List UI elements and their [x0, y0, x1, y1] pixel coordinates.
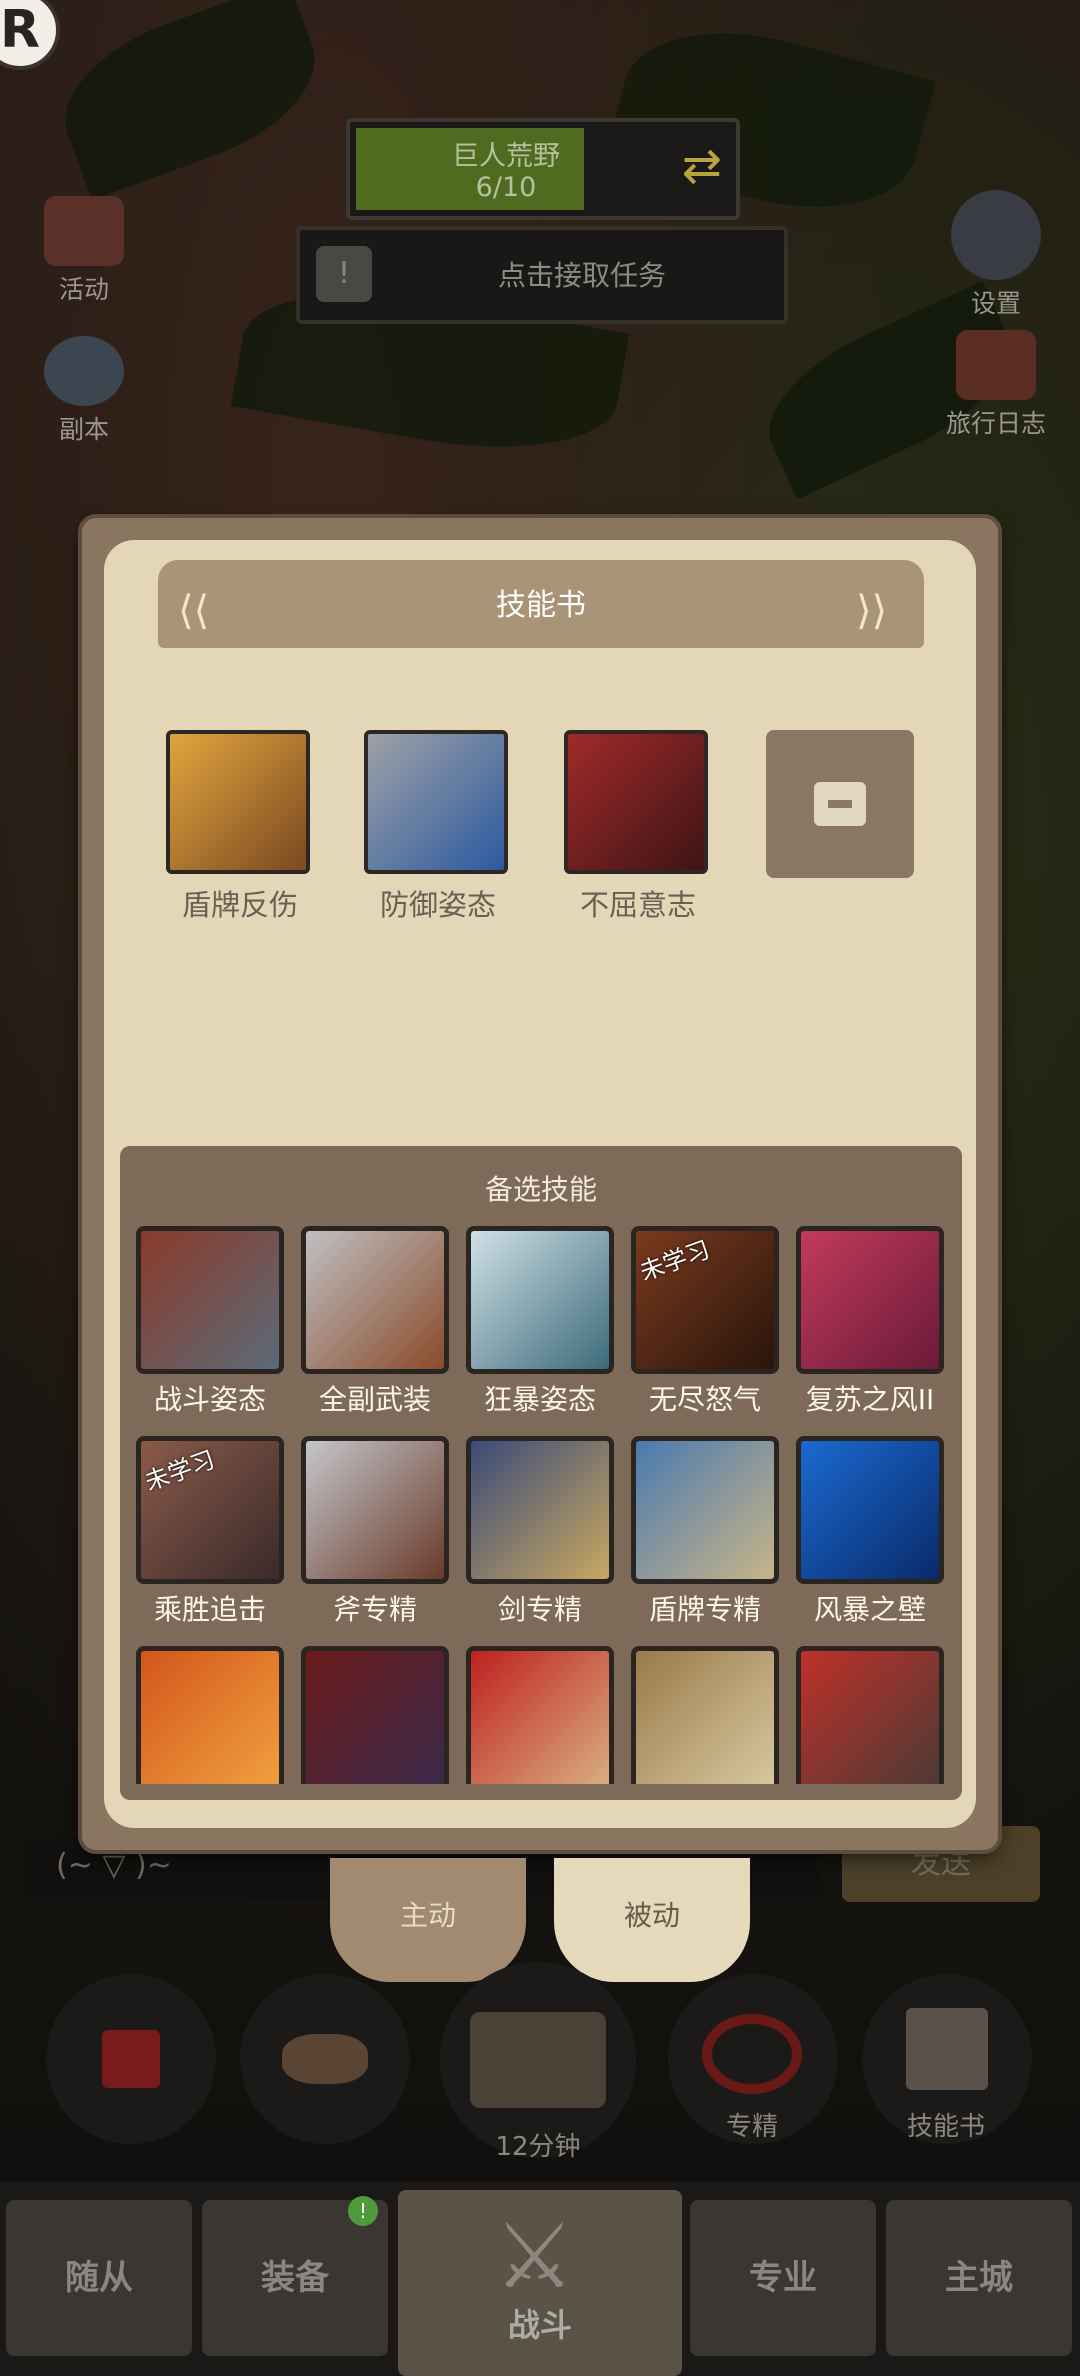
mastery-icon [702, 2014, 802, 2094]
equipped-skill-slot[interactable]: 不屈意志 [564, 730, 712, 924]
chest-icon [470, 2012, 606, 2108]
skill-icon [796, 1226, 944, 1374]
nav-battle-label: 战斗 [507, 2306, 572, 2344]
skill-book-icon [906, 2008, 988, 2090]
tab-label: 主动 [399, 1899, 456, 1932]
side-button-dungeon[interactable]: 副本 [36, 336, 132, 446]
zone-progress-bar[interactable]: 巨人荒野 6/10 ⇄ [346, 118, 740, 220]
refresh-icon[interactable]: ⇄ [682, 138, 722, 194]
equipped-skill-icon [364, 730, 508, 874]
alternative-skills-title: 备选技能 [484, 1173, 597, 1206]
alternative-skill[interactable]: 未学习乘胜追击 [136, 1436, 284, 1628]
skill-icon [796, 1436, 944, 1584]
skill-icon: 未学习 [631, 1226, 779, 1374]
action-bread[interactable] [240, 1974, 410, 2144]
skill-name: 无尽怒气 [648, 1383, 761, 1416]
skill-name: 剑专精 [497, 1593, 582, 1626]
bread-icon [282, 2034, 368, 2084]
alternative-skill[interactable] [796, 1646, 944, 1784]
alternative-skill[interactable]: 风暴之壁 [796, 1436, 944, 1628]
nav-battle[interactable]: ⚔ [398, 2190, 682, 2376]
action-label: 技能书 [906, 2112, 985, 2142]
equipped-skill-icon [166, 730, 310, 874]
calendar-icon [44, 196, 124, 266]
skill-icon [301, 1646, 449, 1784]
zone-progress-text: 6/10 [475, 172, 537, 203]
unlearned-label: 未学习 [636, 1235, 714, 1287]
nav-followers[interactable]: 随从 [6, 2200, 192, 2356]
dungeon-icon [44, 336, 124, 406]
tab-passive-skills[interactable]: 被动 [554, 1858, 750, 1982]
empty-skill-slot[interactable] [766, 730, 914, 878]
chest-timer: 12分钟 [495, 2132, 581, 2162]
skill-name: 复苏之风II [805, 1383, 935, 1416]
tab-label: 被动 [623, 1899, 680, 1932]
side-button-activity[interactable]: 活动 [36, 196, 132, 306]
quest-prompt: 点击接取任务 [497, 259, 666, 292]
skill-icon [136, 1646, 284, 1784]
equipped-skill-slot[interactable]: 盾牌反伤 [166, 730, 314, 924]
journal-icon [956, 330, 1036, 400]
alternative-skill[interactable]: 狂暴姿态 [466, 1226, 614, 1418]
equipped-skill-icon [564, 730, 708, 874]
alternative-skill[interactable]: 战斗姿态 [136, 1226, 284, 1418]
equipped-skill-name: 防御姿态 [379, 888, 496, 922]
skill-icon: 未学习 [136, 1436, 284, 1584]
skill-name: 风暴之壁 [813, 1593, 926, 1626]
action-potion[interactable] [46, 1974, 216, 2144]
side-button-journal[interactable]: 旅行日志 [926, 330, 1066, 440]
skill-icon [466, 1226, 614, 1374]
equipped-skill-name: 不屈意志 [579, 888, 696, 922]
notification-badge: ! [348, 2196, 378, 2226]
alternative-skill[interactable] [466, 1646, 614, 1784]
tab-active-skills[interactable]: 主动 [330, 1858, 526, 1982]
nav-profession[interactable]: 专业 [690, 2200, 876, 2356]
alternative-skill[interactable]: 未学习无尽怒气 [631, 1226, 779, 1418]
alternative-skill[interactable] [301, 1646, 449, 1784]
quest-icon: ! [316, 246, 372, 302]
chat-placeholder: (~ ▽ )~ [56, 1848, 172, 1883]
skill-icon [301, 1226, 449, 1374]
zone-name: 巨人荒野 [452, 141, 560, 172]
action-label: 专精 [725, 2112, 778, 2142]
alternative-skill[interactable]: 全副武装 [301, 1226, 449, 1418]
side-button-label: 旅行日志 [945, 409, 1046, 438]
side-button-label: 设置 [970, 289, 1021, 318]
alternative-skill[interactable]: 斧专精 [301, 1436, 449, 1628]
skill-name: 全副武装 [318, 1383, 431, 1416]
alternative-skill[interactable] [136, 1646, 284, 1784]
skill-name: 斧专精 [332, 1593, 417, 1626]
skill-name: 战斗姿态 [153, 1383, 266, 1416]
side-button-label: 活动 [58, 275, 109, 304]
alternative-skill[interactable] [631, 1646, 779, 1784]
skill-icon [466, 1646, 614, 1784]
skill-icon [136, 1226, 284, 1374]
skill-book-title: 技能书 [496, 588, 586, 623]
skill-name: 狂暴姿态 [483, 1383, 596, 1416]
equipped-skill-name: 盾牌反伤 [181, 888, 298, 922]
equipped-skill-slot[interactable]: 防御姿态 [364, 730, 512, 924]
skill-name: 盾牌专精 [648, 1593, 761, 1626]
side-button-label: 副本 [58, 415, 109, 444]
skill-icon [301, 1436, 449, 1584]
skill-icon [466, 1436, 614, 1584]
alternative-skill[interactable]: 剑专精 [466, 1436, 614, 1628]
lock-icon [814, 782, 866, 826]
skill-name: 乘胜追击 [153, 1593, 266, 1626]
skill-icon [796, 1646, 944, 1784]
quest-bar[interactable]: ! 点击接取任务 [296, 226, 788, 324]
crossed-swords-icon: ⚔ [494, 2204, 575, 2309]
alternative-skill[interactable]: 复苏之风II [796, 1226, 944, 1418]
gear-icon [951, 190, 1041, 280]
unlearned-label: 未学习 [141, 1445, 219, 1497]
potion-icon [102, 2030, 160, 2088]
nav-main-city[interactable]: 主城 [886, 2200, 1072, 2356]
side-button-settings[interactable]: 设置 [936, 190, 1056, 320]
skill-icon [631, 1646, 779, 1784]
skill-icon [631, 1436, 779, 1584]
alternative-skill[interactable]: 盾牌专精 [631, 1436, 779, 1628]
